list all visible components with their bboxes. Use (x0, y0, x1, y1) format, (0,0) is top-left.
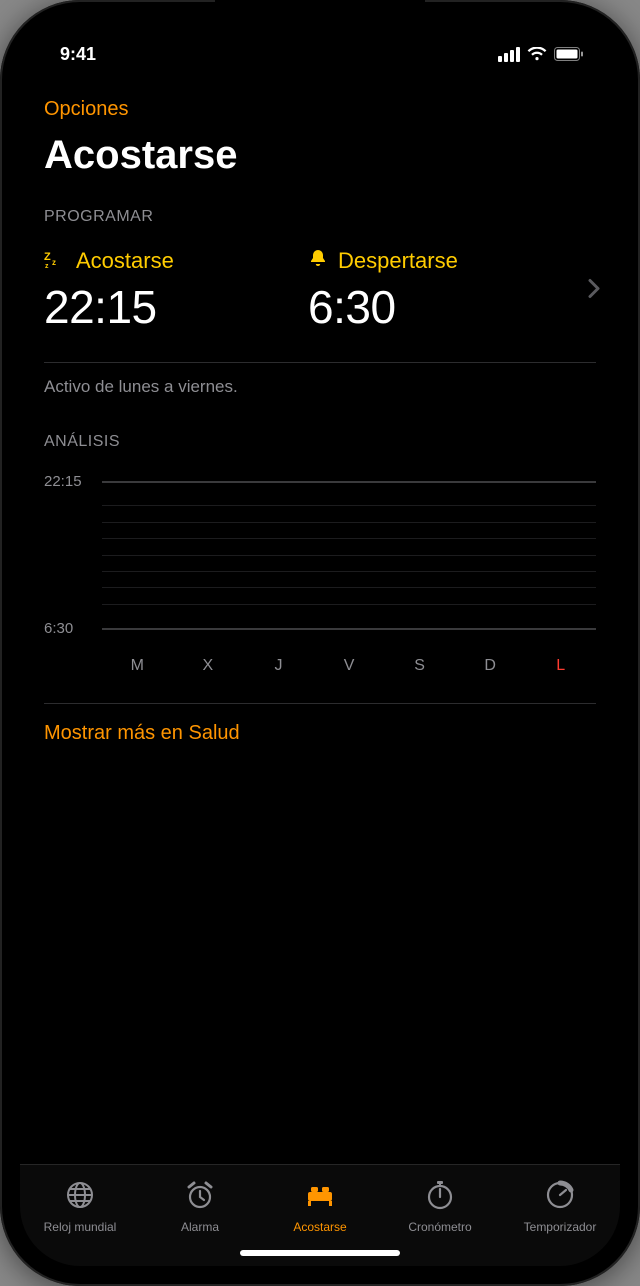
schedule-section-header: PROGRAMAR (44, 208, 596, 226)
tab-stopwatch[interactable]: Cronómetro (380, 1165, 500, 1248)
divider (44, 362, 596, 363)
svg-text:z: z (52, 258, 56, 267)
bedtime-column: Zzz Acostarse 22:15 (44, 248, 308, 334)
chart-day: X (173, 657, 244, 675)
page-title: Acostarse (44, 133, 596, 178)
content-area: Opciones Acostarse PROGRAMAR Zzz Acostar… (20, 80, 620, 1164)
bedtime-zzz-icon: Zzz (44, 248, 66, 274)
svg-text:Z: Z (44, 251, 51, 263)
chart-day: M (102, 657, 173, 675)
chart-bottom-label: 6:30 (44, 620, 102, 637)
tab-world-clock[interactable]: Reloj mundial (20, 1165, 140, 1248)
chart-day-labels: M X J V S D L (44, 657, 596, 675)
chart-day-today: L (525, 657, 596, 675)
schedule-row[interactable]: Zzz Acostarse 22:15 Despertarse 6:30 (44, 248, 596, 334)
show-more-in-health-link[interactable]: Mostrar más en Salud (44, 722, 240, 744)
tab-alarm[interactable]: Alarma (140, 1165, 260, 1248)
cellular-signal-icon (498, 47, 520, 62)
options-link[interactable]: Opciones (44, 98, 129, 121)
bedtime-label: Acostarse (76, 248, 174, 274)
bell-icon (308, 248, 328, 274)
stopwatch-icon (424, 1179, 456, 1214)
tab-label: Acostarse (293, 1220, 346, 1234)
chart-bottom-row: 6:30 (44, 620, 596, 637)
chart-day: D (455, 657, 526, 675)
wake-column: Despertarse 6:30 (308, 248, 572, 334)
bedtime-label-row: Zzz Acostarse (44, 248, 308, 274)
chart-day: S (384, 657, 455, 675)
notch (215, 0, 425, 34)
wake-value: 6:30 (308, 280, 572, 334)
chart-top-label: 22:15 (44, 473, 102, 490)
status-icons (498, 47, 584, 62)
schedule-note: Activo de lunes a viernes. (44, 377, 596, 397)
device-frame: 9:41 Opciones Acostarse PROGRAMAR (0, 0, 640, 1286)
alarm-clock-icon (184, 1179, 216, 1214)
status-bar: 9:41 (20, 28, 620, 80)
chart-day: V (314, 657, 385, 675)
tab-label: Cronómetro (408, 1220, 471, 1234)
analysis-chart: 22:15 6:30 M X J V (44, 473, 596, 675)
tab-timer[interactable]: Temporizador (500, 1165, 620, 1248)
tab-bedtime[interactable]: Acostarse (260, 1165, 380, 1248)
status-time: 9:41 (60, 44, 96, 65)
divider (44, 703, 596, 704)
screen: 9:41 Opciones Acostarse PROGRAMAR (20, 20, 620, 1266)
wake-label: Despertarse (338, 248, 458, 274)
wifi-icon (527, 47, 547, 61)
home-indicator[interactable] (240, 1250, 400, 1256)
bedtime-value: 22:15 (44, 280, 308, 334)
timer-icon (544, 1179, 576, 1214)
globe-icon (64, 1179, 96, 1214)
chart-day: J (243, 657, 314, 675)
chart-top-row: 22:15 (44, 473, 596, 490)
wake-label-row: Despertarse (308, 248, 572, 274)
chart-top-line (102, 481, 596, 483)
tab-label: Reloj mundial (44, 1220, 117, 1234)
tab-label: Temporizador (524, 1220, 597, 1234)
svg-text:z: z (45, 263, 49, 268)
battery-icon (554, 47, 584, 61)
bed-icon (304, 1179, 336, 1214)
chevron-right-icon (588, 279, 600, 304)
chart-grid-area (44, 490, 596, 620)
chart-gridlines (102, 490, 596, 620)
analysis-section-header: ANÁLISIS (44, 433, 596, 451)
chart-bottom-line (102, 628, 596, 630)
tab-label: Alarma (181, 1220, 219, 1234)
